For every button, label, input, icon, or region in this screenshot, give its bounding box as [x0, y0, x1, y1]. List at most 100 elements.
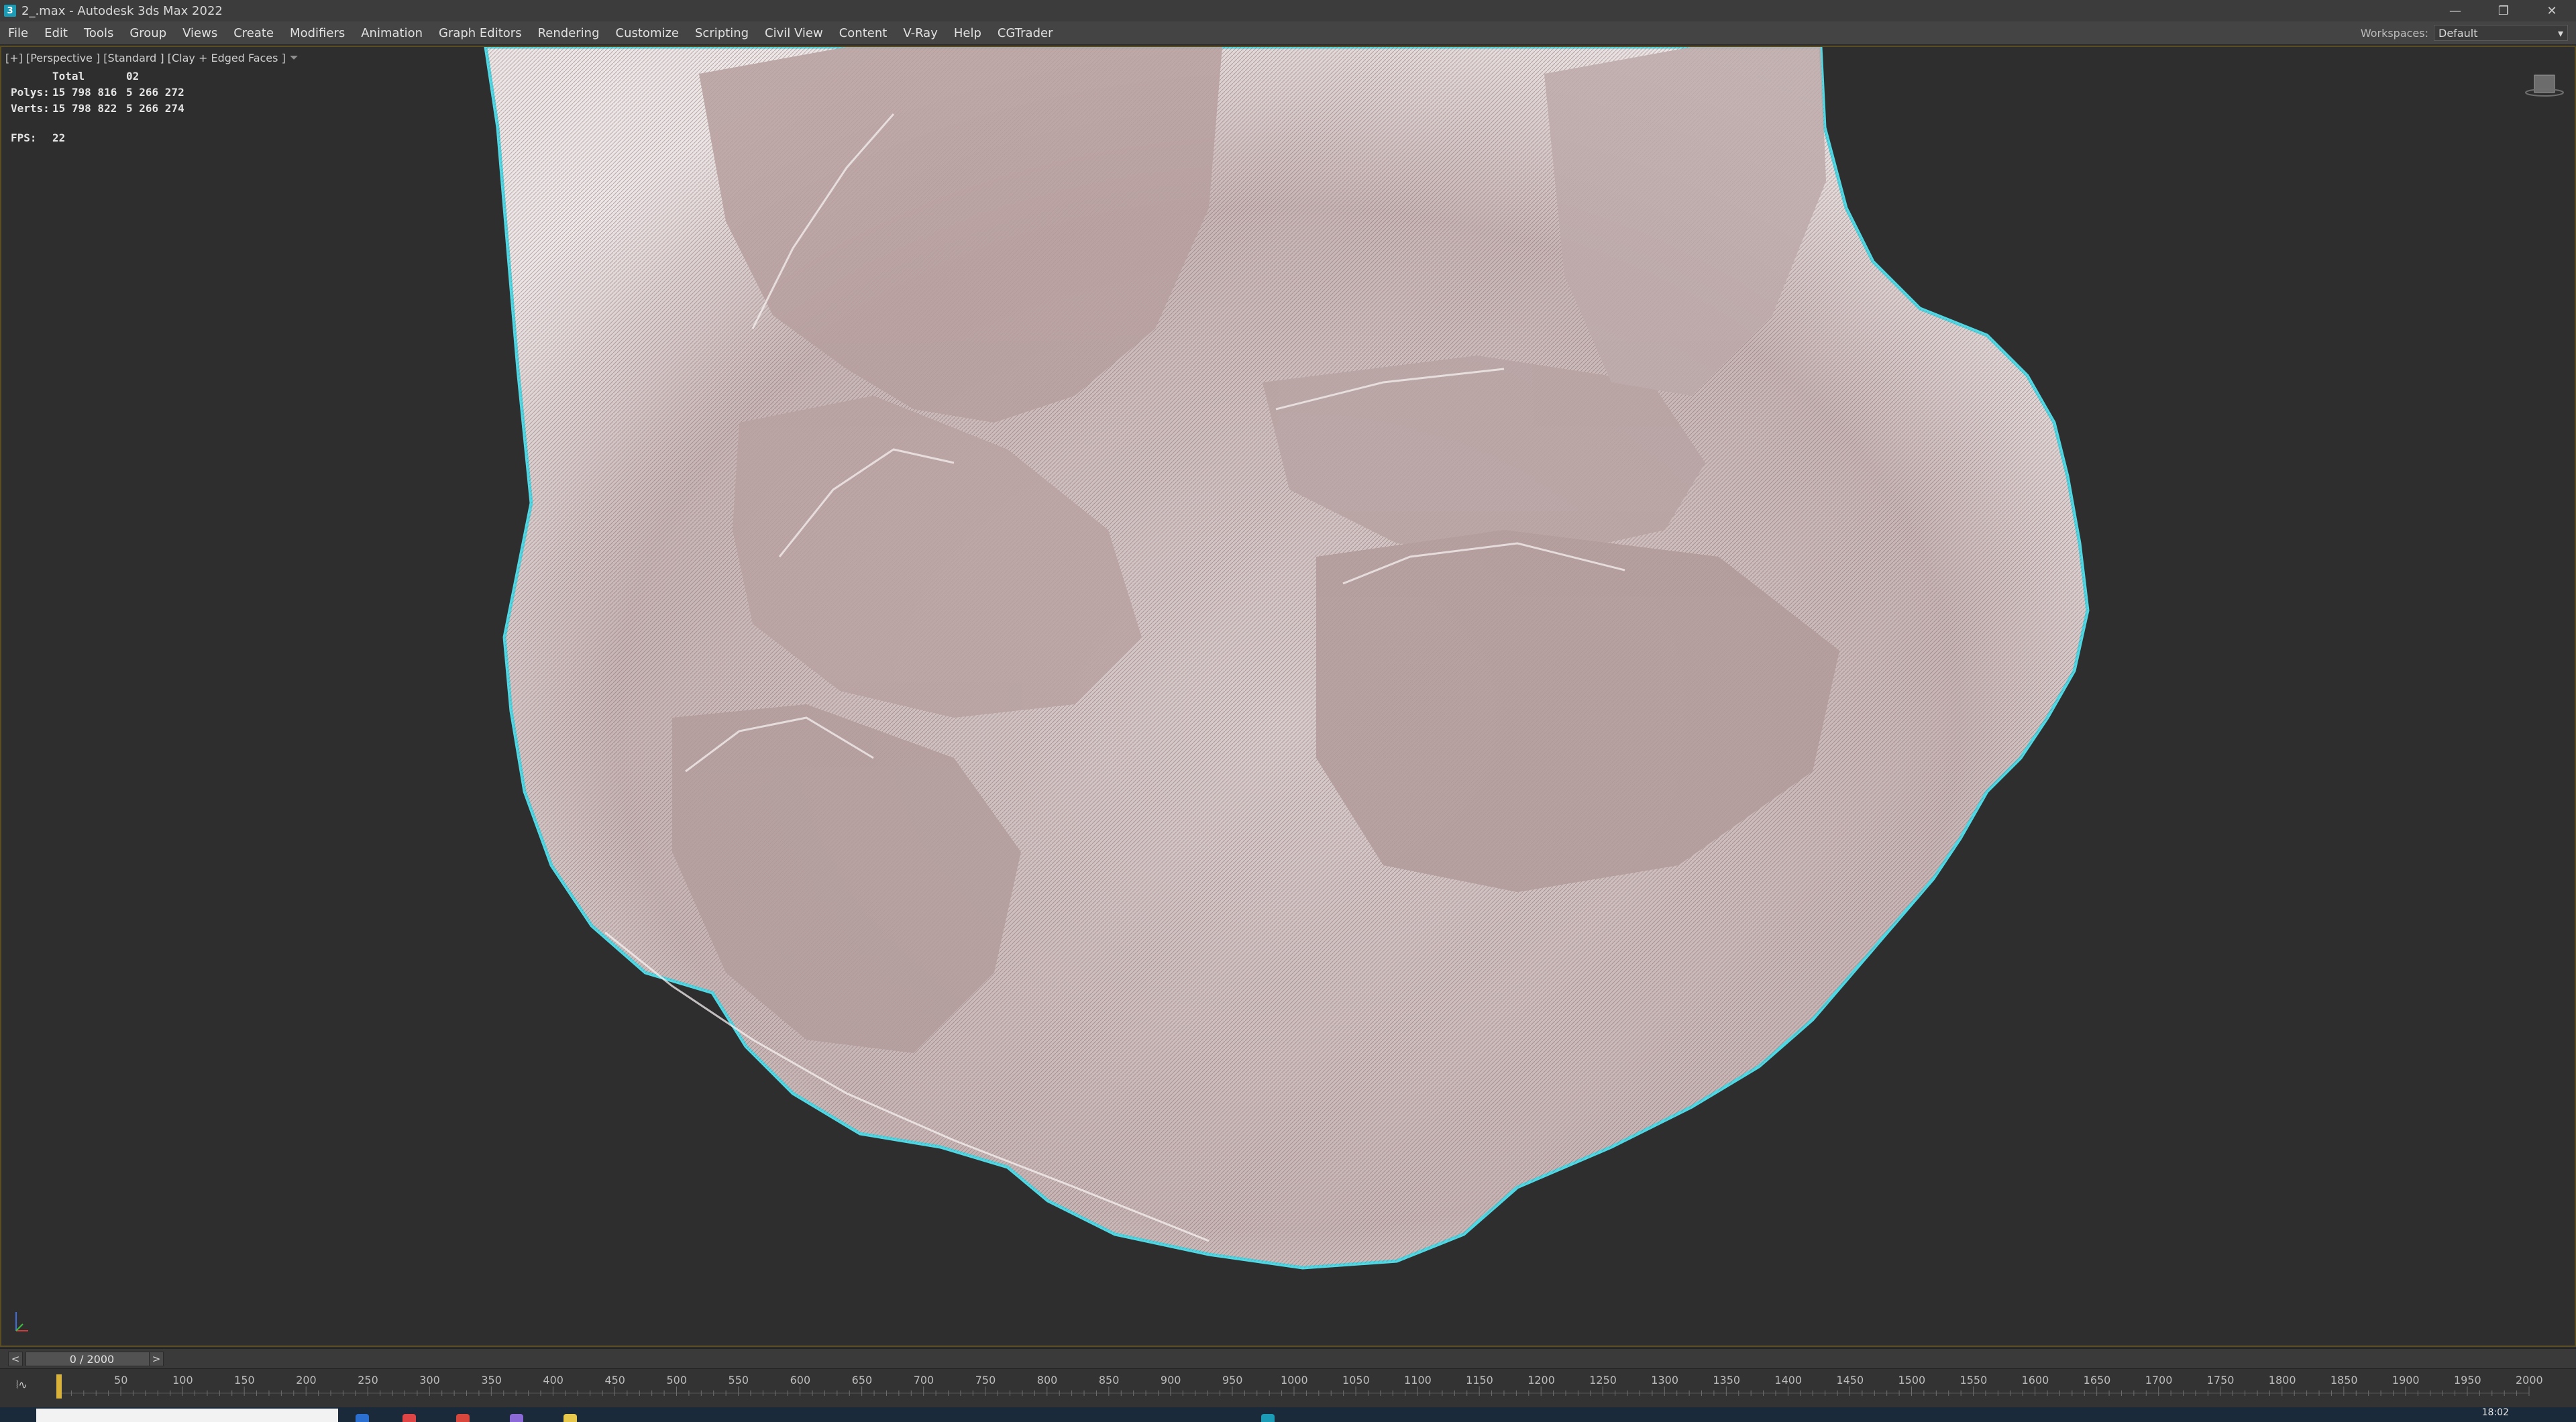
stats-fps-label: FPS:: [11, 131, 37, 144]
track-tick-label: 1000: [1281, 1374, 1308, 1386]
key-filters-icon[interactable]: ⦚∿: [16, 1378, 28, 1392]
track-tick-label: 150: [234, 1374, 255, 1386]
window-controls: — ❐ ✕: [2431, 0, 2576, 21]
track-tick-label: 2000: [2516, 1374, 2543, 1386]
menu-rendering[interactable]: Rendering: [530, 26, 608, 40]
track-tick-label: 600: [790, 1374, 811, 1386]
taskbar-app-icon[interactable]: [402, 1414, 416, 1422]
track-bar[interactable]: 50 100 150 200 250 300 350 400 450 500 550 600 650 70…: [0, 1368, 2576, 1408]
track-tick-label: 900: [1161, 1374, 1181, 1386]
menu-cgtrader[interactable]: CGTrader: [989, 26, 1061, 40]
workspaces-label: Workspaces:: [2360, 26, 2428, 40]
minimize-button[interactable]: —: [2431, 0, 2479, 21]
track-tick-label: 1850: [2330, 1374, 2358, 1386]
taskbar-app-icon[interactable]: [564, 1414, 577, 1422]
perspective-viewport[interactable]: [+] [Perspective ] [Standard ] [Clay + E…: [0, 46, 2576, 1347]
window-title: 2_.max - Autodesk 3ds Max 2022: [21, 3, 223, 18]
workspace-dropdown[interactable]: Default ▾: [2434, 25, 2568, 41]
track-tick-label: 1700: [2145, 1374, 2173, 1386]
track-tick-label: 700: [914, 1374, 934, 1386]
track-tick-label: 750: [975, 1374, 996, 1386]
time-next-button[interactable]: >: [149, 1352, 164, 1366]
stats-polys-label: Polys:: [11, 86, 50, 99]
track-tick-label: 1200: [1527, 1374, 1555, 1386]
menu-content[interactable]: Content: [831, 26, 896, 40]
track-tick-label: 1800: [2269, 1374, 2296, 1386]
menu-civil-view[interactable]: Civil View: [757, 26, 831, 40]
track-tick-label: 1150: [1466, 1374, 1493, 1386]
frame-display: 0 / 2000: [69, 1352, 115, 1366]
time-prev-button[interactable]: <: [8, 1352, 23, 1366]
menu-scripting[interactable]: Scripting: [687, 26, 757, 40]
taskbar-app-icon[interactable]: [456, 1414, 470, 1422]
taskbar-app-icon[interactable]: [510, 1414, 523, 1422]
menu-group[interactable]: Group: [121, 26, 174, 40]
track-tick-label: 1050: [1342, 1374, 1370, 1386]
stats-total-label: Total: [52, 70, 85, 83]
time-slider: < 0 / 2000 >: [0, 1348, 2576, 1369]
track-tick-label: 1300: [1651, 1374, 1678, 1386]
track-tick-label: 1600: [2022, 1374, 2049, 1386]
taskbar-search-field[interactable]: [36, 1409, 338, 1422]
menu-bar: File Edit Tools Group Views Create Modif…: [0, 21, 2576, 45]
track-tick-label: 1900: [2392, 1374, 2420, 1386]
menu-customize[interactable]: Customize: [608, 26, 687, 40]
taskbar-3dsmax-icon[interactable]: [1261, 1414, 1275, 1422]
track-bar-ruler[interactable]: 50 100 150 200 250 300 350 400 450 500 550 600 650 70…: [0, 1369, 2576, 1408]
menu-create[interactable]: Create: [225, 26, 282, 40]
track-tick-label: 50: [114, 1374, 127, 1386]
taskbar-clock: 18:02: [2481, 1407, 2509, 1418]
rock-mesh-model[interactable]: [1, 47, 2575, 1346]
app-logo-icon[interactable]: 3: [4, 5, 16, 17]
track-tick-label: 1650: [2084, 1374, 2111, 1386]
viewport-label-text[interactable]: [+] [Perspective ] [Standard ] [Clay + E…: [5, 52, 286, 64]
stats-polys-total: 15 798 816: [52, 86, 117, 99]
os-taskbar: 18:02: [0, 1407, 2576, 1422]
viewcube-icon[interactable]: [2525, 72, 2564, 97]
menu-modifiers[interactable]: Modifiers: [282, 26, 353, 40]
time-slider-handle[interactable]: 0 / 2000: [25, 1352, 158, 1366]
track-tick-label: 1100: [1404, 1374, 1432, 1386]
menu-graph-editors[interactable]: Graph Editors: [431, 26, 530, 40]
axis-tripod-icon: [15, 1312, 28, 1331]
viewport-label[interactable]: [+] [Perspective ] [Standard ] [Clay + E…: [5, 51, 299, 64]
track-tick-label: 200: [296, 1374, 317, 1386]
menu-edit[interactable]: Edit: [36, 26, 76, 40]
stats-total-value: 02: [126, 70, 140, 83]
stats-polys-row: Polys: 15 798 816 5 266 272: [11, 85, 184, 101]
workspace-selector: Workspaces: Default ▾: [2361, 24, 2568, 42]
menu-file[interactable]: File: [0, 26, 36, 40]
track-tick-label: 1400: [1774, 1374, 1802, 1386]
track-tick-label: 400: [543, 1374, 564, 1386]
track-tick-label: 1500: [1898, 1374, 1926, 1386]
stats-fps-row: FPS: 22: [11, 130, 184, 146]
track-tick-label: 850: [1099, 1374, 1120, 1386]
track-tick-label: 650: [852, 1374, 873, 1386]
stats-verts-selected: 5 266 274: [126, 102, 184, 115]
stats-verts-label: Verts:: [11, 102, 50, 115]
menu-tools[interactable]: Tools: [76, 26, 121, 40]
workspace-value: Default: [2438, 26, 2478, 40]
taskbar-app-icon[interactable]: [356, 1414, 369, 1422]
stats-polys-selected: 5 266 272: [126, 86, 184, 99]
track-tick-label: 1250: [1589, 1374, 1617, 1386]
menu-views[interactable]: Views: [174, 26, 225, 40]
funnel-icon[interactable]: ⏷: [290, 51, 299, 64]
stats-verts-total: 15 798 822: [52, 102, 117, 115]
current-frame-marker[interactable]: [56, 1374, 62, 1399]
menu-help[interactable]: Help: [946, 26, 989, 40]
track-tick-label: 1950: [2454, 1374, 2481, 1386]
stats-fps-value: 22: [52, 131, 66, 144]
statistics-overlay: Total 02 Polys: 15 798 816 5 266 272 Ver…: [11, 68, 184, 146]
track-tick-label: 450: [604, 1374, 625, 1386]
track-tick-label: 100: [172, 1374, 193, 1386]
menu-animation[interactable]: Animation: [353, 26, 431, 40]
menu-vray[interactable]: V-Ray: [895, 26, 946, 40]
stats-verts-row: Verts: 15 798 822 5 266 274: [11, 101, 184, 117]
restore-button[interactable]: ❐: [2479, 0, 2528, 21]
track-tick-label: 1750: [2207, 1374, 2235, 1386]
track-tick-label: 550: [729, 1374, 749, 1386]
stats-total-row: Total 02: [11, 68, 184, 85]
track-tick-label: 250: [358, 1374, 378, 1386]
close-button[interactable]: ✕: [2528, 0, 2576, 21]
